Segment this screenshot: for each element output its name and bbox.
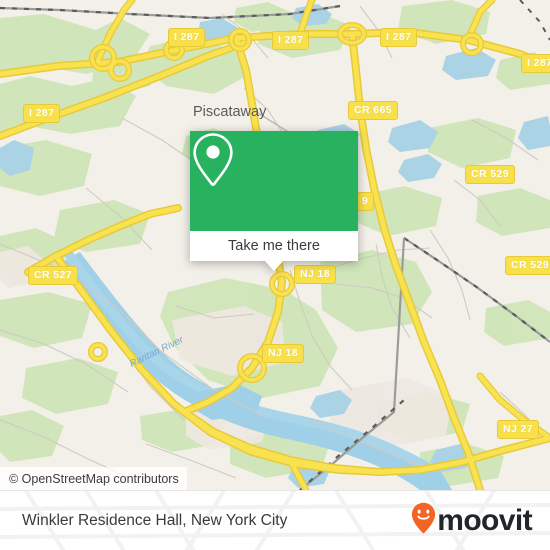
highway-shield-nj18-b[interactable]: NJ 18 <box>262 344 305 363</box>
highway-shield-i287-a[interactable]: I 287 <box>168 28 206 47</box>
highway-shield-cr665[interactable]: CR 665 <box>348 101 399 120</box>
moovit-wordmark: moovit <box>437 503 532 537</box>
map-label-piscataway: Piscataway <box>193 104 267 120</box>
moovit-smiley-pin-icon <box>411 502 436 540</box>
highway-shield-9[interactable]: 9 <box>356 192 375 211</box>
highway-shield-nj27[interactable]: NJ 27 <box>497 420 540 439</box>
osm-attribution[interactable]: © OpenStreetMap contributors <box>0 467 187 490</box>
highway-shield-cr529-b[interactable]: CR 529 <box>505 256 550 275</box>
moovit-logo[interactable]: moovit <box>411 502 533 540</box>
popup-tail <box>264 260 284 271</box>
map-canvas[interactable]: Piscataway Raritan River I 287 I 287 I 2… <box>0 0 550 490</box>
take-me-there-label: Take me there <box>228 238 320 254</box>
footer-bar: Winkler Residence Hall, New York City mo… <box>0 490 550 550</box>
highway-shield-i287-c[interactable]: I 287 <box>380 28 418 47</box>
highway-shield-i287-b[interactable]: I 287 <box>272 31 310 50</box>
location-title: Winkler Residence Hall, New York City <box>22 511 288 529</box>
take-me-there-popup[interactable]: Take me there <box>190 131 358 271</box>
highway-shield-nj18-a[interactable]: NJ 18 <box>294 265 337 284</box>
highway-shield-i287-e[interactable]: I 287 <box>23 104 61 123</box>
highway-shield-cr529-a[interactable]: CR 529 <box>465 165 516 184</box>
popup-pin-panel <box>190 131 358 231</box>
osm-attribution-text: © OpenStreetMap contributors <box>9 471 179 486</box>
moovit-map-screenshot: Piscataway Raritan River I 287 I 287 I 2… <box>0 0 550 550</box>
highway-shield-i287-d[interactable]: I 287 <box>521 54 550 73</box>
highway-shield-cr527[interactable]: CR 527 <box>28 266 79 285</box>
popup-action-bar[interactable]: Take me there <box>190 231 358 271</box>
